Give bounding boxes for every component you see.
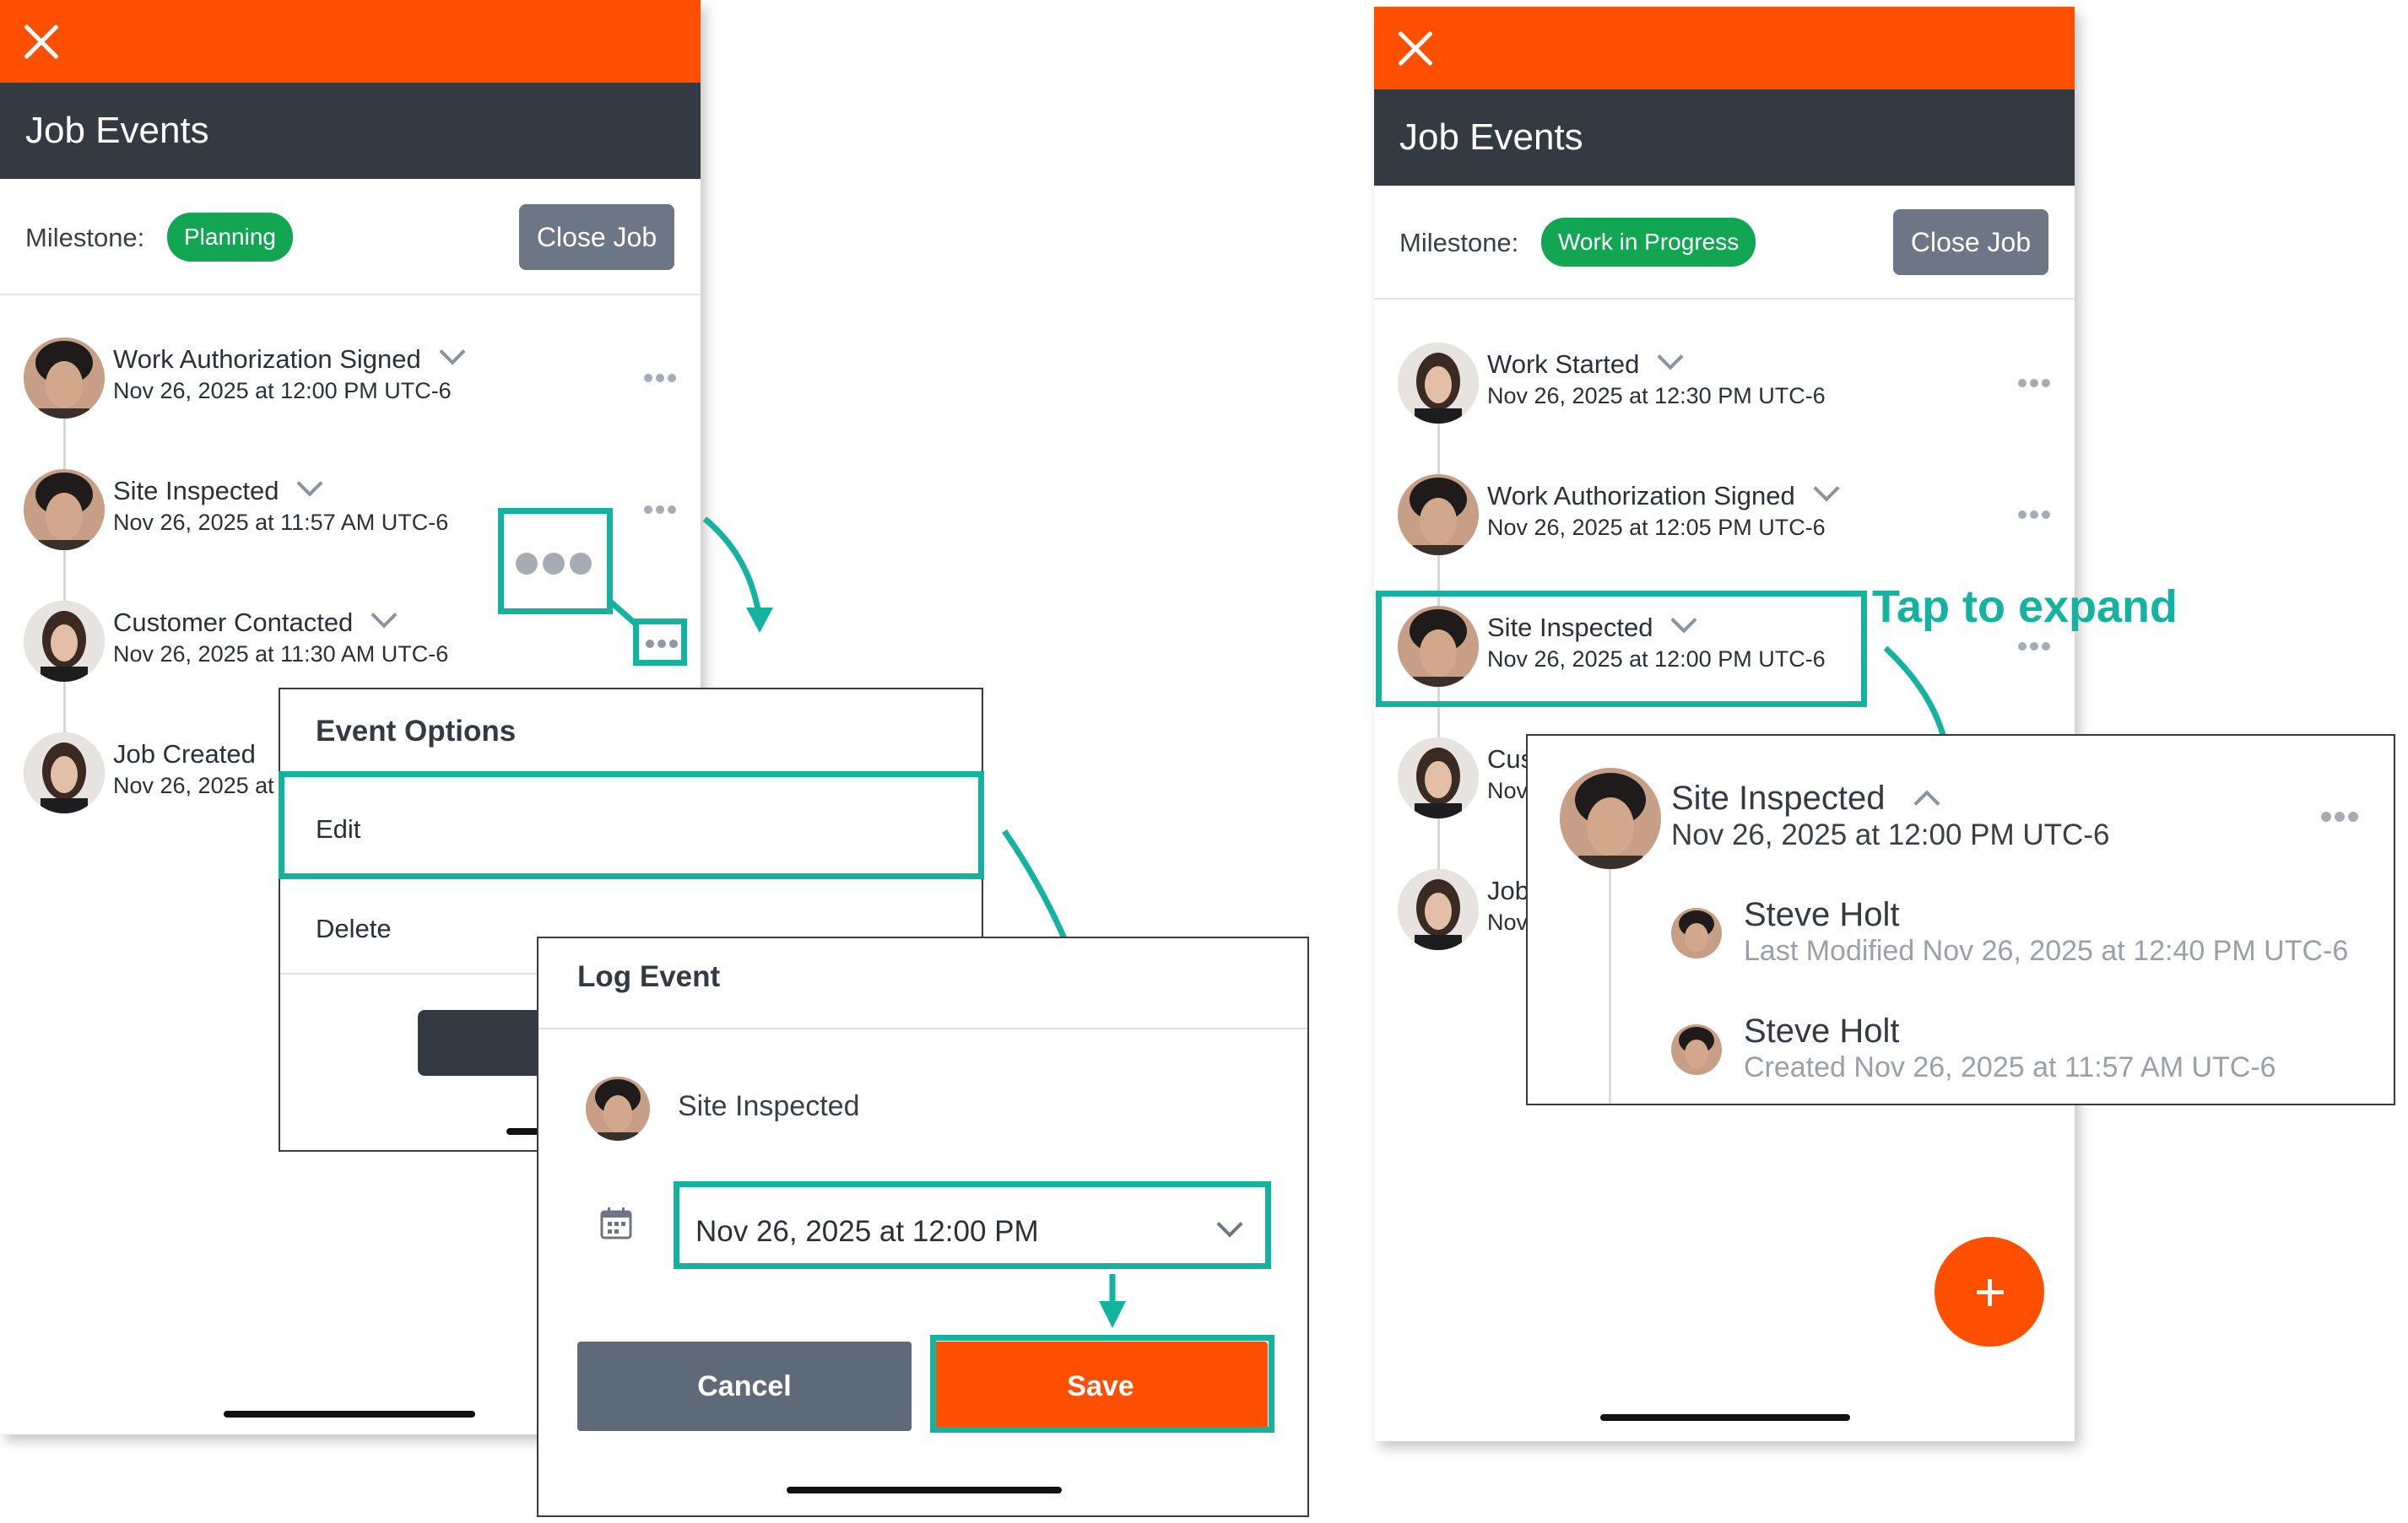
expanded-event-panel: Site Inspected Nov 26, 2025 at 12:00 PM … [1526, 734, 2395, 1105]
history-name: Steve Holt [1744, 896, 1900, 933]
avatar [1671, 1024, 1722, 1075]
avatar [1671, 908, 1722, 959]
person-male-icon [1671, 1024, 1722, 1075]
person-male-icon [1671, 908, 1722, 959]
chevron-up-icon[interactable] [1913, 790, 1940, 817]
person-male-icon [1560, 768, 1661, 869]
history-detail: Last Modified Nov 26, 2025 at 12:40 PM U… [1744, 935, 2349, 967]
expanded-event-date: Nov 26, 2025 at 12:00 PM UTC-6 [1671, 818, 2110, 851]
history-detail: Created Nov 26, 2025 at 11:57 AM UTC-6 [1744, 1051, 2276, 1083]
more-options-icon[interactable] [2321, 812, 2360, 822]
expanded-event-title: Site Inspected [1671, 780, 1940, 818]
timeline-line [1609, 862, 1611, 1104]
history-name: Steve Holt [1744, 1013, 1900, 1050]
avatar [1560, 768, 1661, 869]
